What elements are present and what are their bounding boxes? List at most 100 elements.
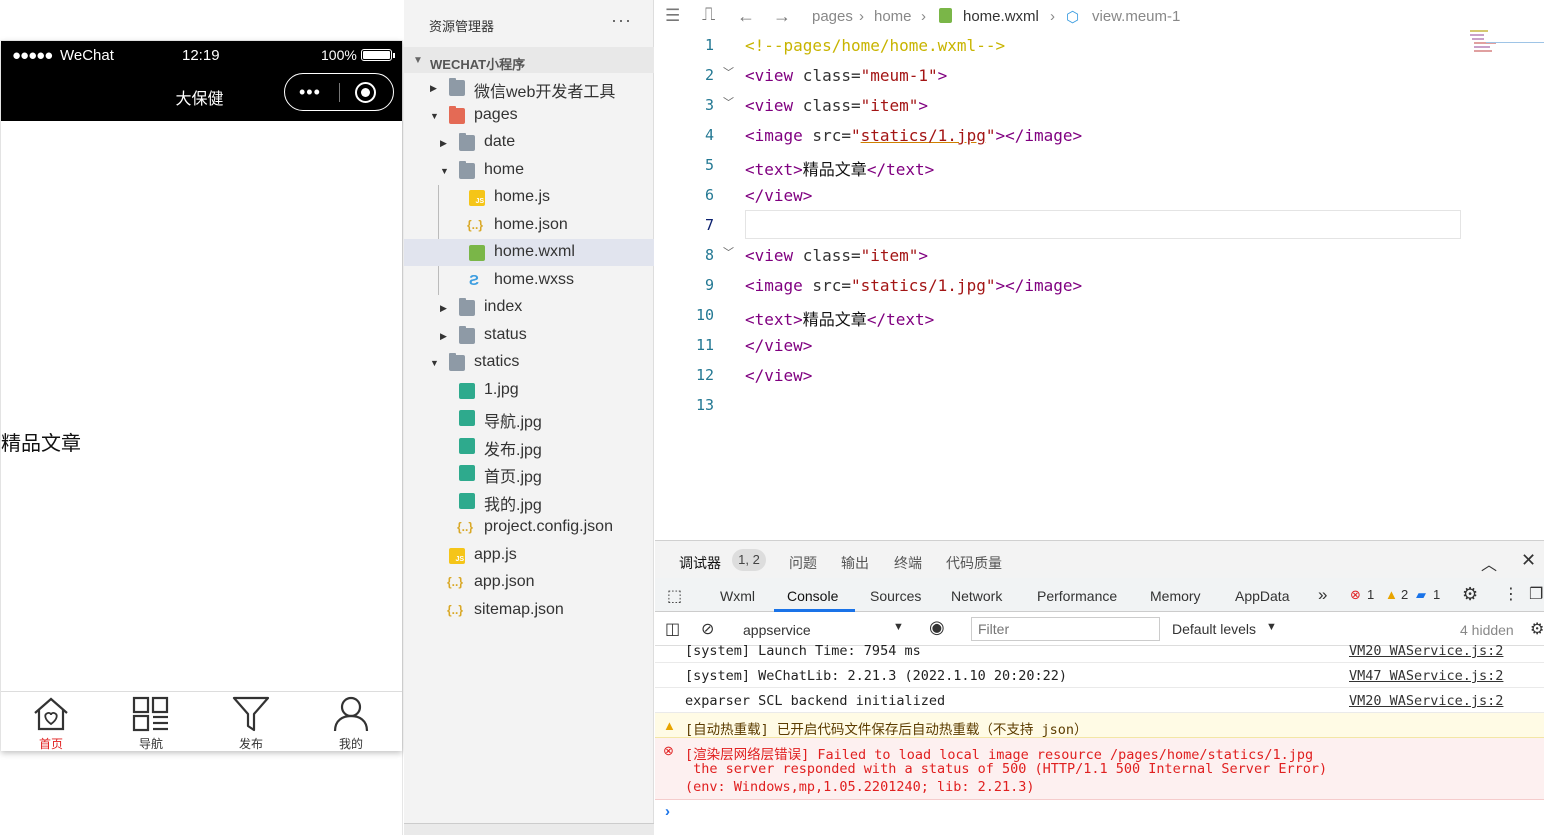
- panel-tab-console[interactable]: Console: [787, 588, 838, 604]
- tree-folder-home[interactable]: ▼ home: [404, 157, 654, 184]
- code-line-6[interactable]: </view>: [745, 186, 812, 205]
- tree-file-home-wxml[interactable]: home.wxml: [404, 239, 654, 266]
- devtools-panel-tabs: ⬚ Wxml Console Sources Network Performan…: [655, 578, 1544, 612]
- log-source-link[interactable]: VM47 WAService.js:2: [1349, 668, 1503, 684]
- tree-file-app-js[interactable]: JS app.js: [404, 542, 654, 569]
- tree-file-1jpg[interactable]: 1.jpg: [404, 377, 654, 404]
- dock-icon[interactable]: ❐: [1529, 584, 1543, 604]
- console-filter-input[interactable]: [971, 617, 1160, 641]
- tab-mine-label: 我的: [338, 737, 363, 751]
- gear-icon[interactable]: ⚙: [1530, 619, 1544, 639]
- panel-tab-appdata[interactable]: AppData: [1235, 588, 1289, 604]
- log-source-link[interactable]: VM20 WAService.js:2: [1349, 643, 1503, 659]
- line-number: 6: [704, 186, 714, 204]
- sidebar-toggle-icon[interactable]: ◫: [665, 619, 680, 639]
- tree-file-home-js[interactable]: JS home.js: [404, 184, 654, 211]
- code-line-11[interactable]: </view>: [745, 336, 812, 355]
- panel-tab-memory[interactable]: Memory: [1150, 588, 1201, 604]
- code-link[interactable]: statics/1.jpg: [861, 126, 986, 145]
- console-prompt[interactable]: ›: [665, 803, 670, 820]
- chevron-up-icon[interactable]: ︿: [1481, 551, 1497, 575]
- js-file-icon: JS: [469, 190, 485, 206]
- tree-file-project-config[interactable]: {..} project.config.json: [404, 514, 654, 541]
- tab-nav[interactable]: 导航: [101, 692, 201, 751]
- gear-icon[interactable]: ⚙: [1462, 584, 1478, 605]
- explorer-more-icon[interactable]: ···: [611, 10, 632, 31]
- close-miniprogram-icon[interactable]: [355, 82, 376, 103]
- more-dots-icon[interactable]: •••: [299, 82, 321, 103]
- breadcrumb-item[interactable]: view.meum-1: [1092, 8, 1180, 25]
- tree-file-publish-jpg[interactable]: 发布.jpg: [404, 432, 654, 459]
- tree-folder-index[interactable]: ▶ index: [404, 294, 654, 321]
- capsule-menu[interactable]: •••: [284, 73, 394, 111]
- panel-tab-performance[interactable]: Performance: [1037, 588, 1117, 604]
- tree-folder-statics[interactable]: ▼ statics: [404, 349, 654, 376]
- fold-chevron-icon[interactable]: ﹀: [723, 94, 734, 110]
- context-select[interactable]: appservice: [743, 622, 811, 638]
- clear-console-icon[interactable]: ⊘: [701, 619, 714, 639]
- code-line-12[interactable]: </view>: [745, 366, 812, 385]
- console-log-row: exparser SCL backend initialized VM20 WA…: [655, 688, 1544, 713]
- tab-terminal[interactable]: 终端: [894, 553, 922, 573]
- tree-file-app-json[interactable]: {..} app.json: [404, 569, 654, 596]
- tab-debugger[interactable]: 调试器: [679, 553, 721, 573]
- tab-publish[interactable]: 发布: [201, 692, 301, 751]
- breadcrumb-item[interactable]: pages: [812, 8, 853, 25]
- breadcrumb-item[interactable]: home.wxml: [963, 8, 1039, 25]
- tree-item-label: 1.jpg: [484, 381, 519, 398]
- code-line-2[interactable]: <view class="meum-1">: [745, 66, 947, 85]
- bookmark-icon[interactable]: ⎍: [702, 4, 715, 26]
- more-tabs-icon[interactable]: »: [1318, 585, 1327, 605]
- tab-problems[interactable]: 问题: [789, 553, 817, 573]
- fold-chevron-icon[interactable]: ﹀: [723, 244, 734, 260]
- inspect-element-icon[interactable]: ⬚: [667, 586, 682, 606]
- code-line-10[interactable]: <text>精品文章</text>: [745, 306, 934, 330]
- log-level-select[interactable]: Default levels: [1172, 621, 1256, 637]
- panel-tab-wxml[interactable]: Wxml: [720, 588, 755, 604]
- code-tag: >: [918, 246, 929, 265]
- list-icon[interactable]: ☰: [665, 6, 680, 26]
- tree-file-sitemap-json[interactable]: {..} sitemap.json: [404, 597, 654, 624]
- warning-count[interactable]: 2: [1401, 587, 1408, 602]
- close-icon[interactable]: ✕: [1521, 550, 1536, 571]
- eye-icon[interactable]: ◉: [929, 617, 945, 638]
- tree-file-home-jpg[interactable]: 首页.jpg: [404, 459, 654, 486]
- code-line-3[interactable]: <view class="item">: [745, 96, 928, 115]
- kebab-menu-icon[interactable]: ⋮: [1503, 584, 1519, 604]
- tree-folder-date[interactable]: ▶ date: [404, 129, 654, 156]
- code-line-1[interactable]: <!--pages/home/home.wxml-->: [745, 36, 1005, 55]
- code-line-4[interactable]: <image src="statics/1.jpg"></image>: [745, 126, 1082, 145]
- battery-icon: [361, 49, 395, 61]
- tree-file-mine-jpg[interactable]: 我的.jpg: [404, 487, 654, 514]
- explorer-title: 资源管理器: [429, 19, 495, 34]
- tab-bar: 首页 导航 发布 我的: [1, 691, 402, 751]
- code-editor: ☰ ⎍ ← → pages › home › home.wxml › ⬡ vie…: [655, 0, 1544, 540]
- code-line-9[interactable]: <image src="statics/1.jpg"></image>: [745, 276, 1082, 295]
- tab-mine[interactable]: 我的: [301, 692, 401, 751]
- tree-folder-status[interactable]: ▶ status: [404, 322, 654, 349]
- tab-code-quality[interactable]: 代码质量: [946, 553, 1002, 573]
- error-count[interactable]: 1: [1367, 587, 1374, 602]
- breadcrumb-item[interactable]: home: [874, 8, 912, 25]
- tab-output[interactable]: 输出: [841, 553, 869, 573]
- code-line-5[interactable]: <text>精品文章</text>: [745, 156, 934, 180]
- tree-file-home-json[interactable]: {..} home.json: [404, 212, 654, 239]
- minimap[interactable]: [1468, 28, 1544, 58]
- info-count[interactable]: 1: [1433, 587, 1440, 602]
- active-tab-indicator: [774, 609, 855, 612]
- explorer-outline-header[interactable]: [404, 823, 654, 835]
- tree-file-nav-jpg[interactable]: 导航.jpg: [404, 404, 654, 431]
- log-source-link[interactable]: VM20 WAService.js:2: [1349, 693, 1503, 709]
- panel-tab-sources[interactable]: Sources: [870, 588, 921, 604]
- code-line-8[interactable]: <view class="item">: [745, 246, 928, 265]
- folder-open-icon: [449, 353, 465, 371]
- tab-home[interactable]: 首页: [1, 692, 101, 751]
- project-root[interactable]: ▼ WECHAT小程序: [404, 47, 654, 73]
- fold-chevron-icon[interactable]: ﹀: [723, 64, 734, 80]
- back-arrow-icon[interactable]: ←: [737, 6, 755, 27]
- tree-file-home-wxss[interactable]: Ƨ home.wxss: [404, 267, 654, 294]
- tree-folder-devtools[interactable]: ▶ 微信web开发者工具: [404, 74, 654, 101]
- tree-folder-pages[interactable]: ▼ pages: [404, 102, 654, 129]
- panel-tab-network[interactable]: Network: [951, 588, 1002, 604]
- forward-arrow-icon[interactable]: →: [773, 6, 791, 27]
